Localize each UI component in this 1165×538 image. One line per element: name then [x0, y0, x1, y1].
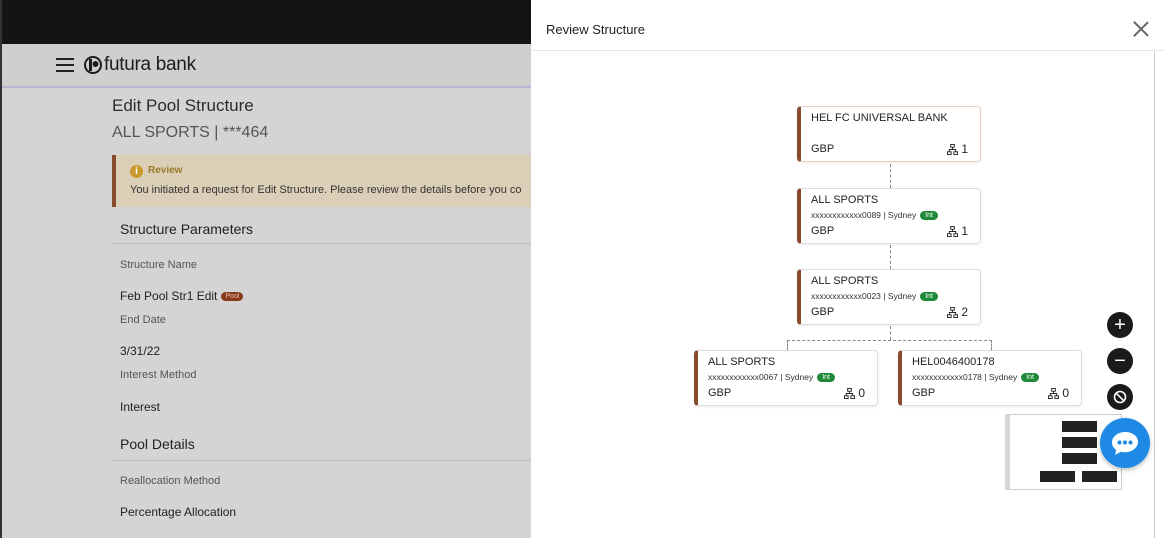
- hierarchy-icon: [947, 143, 959, 155]
- background-page: futura bank Edit Pool Structure ALL SPOR…: [0, 0, 531, 538]
- reset-view-button[interactable]: [1107, 384, 1133, 410]
- node-currency: GBP: [912, 387, 936, 399]
- int-badge: Int: [817, 372, 835, 382]
- chat-button[interactable]: [1100, 418, 1150, 468]
- node-child-count: 1: [947, 224, 968, 238]
- tree-connector: [787, 340, 788, 350]
- zoom-out-button[interactable]: −: [1107, 348, 1133, 374]
- app-header: futura bank: [2, 44, 531, 88]
- account-text: xxxxxxxxxxxx0023 | Sydney: [811, 291, 917, 301]
- menu-icon[interactable]: [56, 58, 74, 72]
- count-value: 1: [961, 142, 968, 156]
- node-currency: GBP: [811, 306, 835, 318]
- account-text: xxxxxxxxxxxx0178 | Sydney: [912, 372, 1018, 382]
- tree-connector: [890, 326, 891, 340]
- int-badge: Int: [920, 210, 938, 220]
- hierarchy-icon: [947, 225, 959, 237]
- reset-icon: [1113, 390, 1127, 404]
- divider: [112, 460, 531, 461]
- tree-node-leaf[interactable]: ALL SPORTS xxxxxxxxxxxx0067 | Sydney Int…: [694, 350, 878, 406]
- account-text: xxxxxxxxxxxx0089 | Sydney: [811, 210, 917, 220]
- tree-node-leaf[interactable]: HEL0046400178 xxxxxxxxxxxx0178 | Sydney …: [898, 350, 1082, 406]
- node-child-count: 0: [844, 386, 865, 400]
- brand-logo[interactable]: futura bank: [84, 54, 196, 76]
- node-currency: GBP: [708, 387, 732, 399]
- tree-node-level2[interactable]: ALL SPORTS xxxxxxxxxxxx0023 | Sydney Int…: [797, 269, 981, 325]
- pool-details-heading: Pool Details: [120, 436, 195, 452]
- minimap-node: [1062, 421, 1097, 432]
- node-name: HEL FC UNIVERSAL BANK: [811, 112, 948, 124]
- minimap-node: [1082, 471, 1117, 482]
- interest-method-value: Interest: [120, 400, 161, 414]
- account-text: xxxxxxxxxxxx0067 | Sydney: [708, 372, 814, 382]
- node-account: xxxxxxxxxxxx0089 | Sydney Int: [811, 210, 938, 220]
- node-child-count: 2: [947, 305, 968, 319]
- minimap-node: [1062, 453, 1097, 464]
- count-value: 0: [858, 386, 865, 400]
- top-bar: [2, 0, 531, 44]
- hierarchy-icon: [844, 387, 856, 399]
- structure-name-value: Feb Pool Str1 Edit Pool: [120, 289, 244, 303]
- tree-node-root[interactable]: HEL FC UNIVERSAL BANK GBP 1: [797, 106, 981, 162]
- node-name: HEL0046400178: [912, 356, 995, 368]
- tree-connector: [991, 340, 992, 350]
- review-title: Review: [148, 165, 183, 176]
- node-name: ALL SPORTS: [811, 275, 879, 287]
- structure-parameters-heading: Structure Parameters: [120, 221, 254, 237]
- node-name: ALL SPORTS: [811, 194, 879, 206]
- node-currency: GBP: [811, 143, 835, 155]
- modal-header: Review Structure: [531, 0, 1165, 51]
- tree-connector: [890, 245, 891, 269]
- plus-icon: +: [1114, 313, 1126, 336]
- futura-logo-icon: [84, 56, 102, 74]
- page-subtitle: ALL SPORTS | ***464: [112, 124, 269, 141]
- pool-badge: Pool: [221, 291, 244, 301]
- structure-name-text: Feb Pool Str1 Edit: [120, 289, 218, 303]
- structure-name-label: Structure Name: [120, 259, 198, 271]
- page-title: Edit Pool Structure: [112, 96, 254, 115]
- tree-connector: [890, 164, 891, 188]
- modal-title: Review Structure: [546, 22, 645, 37]
- divider: [112, 243, 531, 244]
- hierarchy-icon: [947, 306, 959, 318]
- zoom-in-button[interactable]: +: [1107, 312, 1133, 338]
- int-badge: Int: [1021, 372, 1039, 382]
- review-message: You initiated a request for Edit Structu…: [130, 184, 522, 196]
- node-name: ALL SPORTS: [708, 356, 776, 368]
- tree-connector: [787, 340, 992, 341]
- end-date-value: 3/31/22: [120, 344, 161, 358]
- node-child-count: 0: [1048, 386, 1069, 400]
- minimap-node: [1062, 437, 1097, 448]
- count-value: 2: [961, 305, 968, 319]
- brand-name: futura bank: [104, 54, 196, 75]
- info-icon: i: [130, 165, 143, 178]
- node-account: xxxxxxxxxxxx0023 | Sydney Int: [811, 291, 938, 301]
- scrollbar[interactable]: [1154, 51, 1155, 538]
- chat-bubble-icon: [1112, 432, 1138, 455]
- count-value: 0: [1062, 386, 1069, 400]
- end-date-label: End Date: [120, 314, 166, 326]
- review-alert: i Review You initiated a request for Edi…: [112, 155, 531, 207]
- node-account: xxxxxxxxxxxx0178 | Sydney Int: [912, 372, 1039, 382]
- hierarchy-icon: [1048, 387, 1060, 399]
- int-badge: Int: [920, 291, 938, 301]
- tree-node-level1[interactable]: ALL SPORTS xxxxxxxxxxxx0089 | Sydney Int…: [797, 188, 981, 244]
- minus-icon: −: [1114, 349, 1126, 372]
- interest-method-label: Interest Method: [120, 369, 197, 381]
- reallocation-method-label: Reallocation Method: [120, 475, 221, 487]
- close-icon[interactable]: [1133, 21, 1149, 37]
- minimap-node: [1040, 471, 1075, 482]
- reallocation-method-value: Percentage Allocation: [120, 505, 237, 519]
- node-account: xxxxxxxxxxxx0067 | Sydney Int: [708, 372, 835, 382]
- node-currency: GBP: [811, 225, 835, 237]
- count-value: 1: [961, 224, 968, 238]
- node-child-count: 1: [947, 142, 968, 156]
